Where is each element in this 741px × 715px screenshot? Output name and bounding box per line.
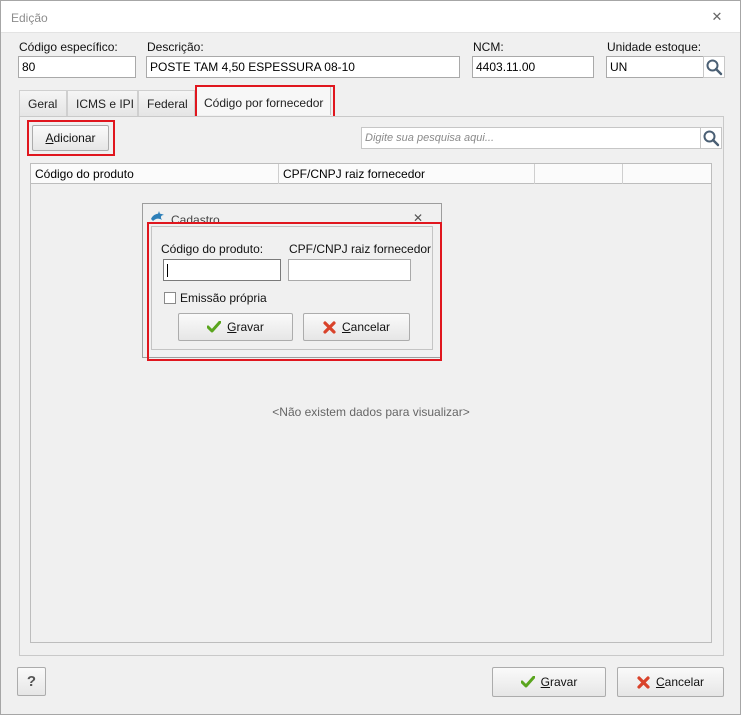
dialog-gravar-button[interactable]: Gravar — [178, 313, 293, 341]
dialog-cancelar-button[interactable]: Cancelar — [303, 313, 410, 341]
grid-header: Código do produto CPF/CNPJ raiz forneced… — [31, 164, 711, 184]
gravar-button[interactable]: Gravar — [492, 667, 606, 697]
codigo-produto-label: Código do produto: — [161, 242, 264, 256]
close-icon[interactable]: ✕ — [413, 211, 423, 225]
cancel-x-icon — [637, 675, 650, 689]
check-icon — [207, 321, 222, 333]
column-empty-2[interactable] — [623, 164, 711, 184]
title-bar: Edição ✕ — [1, 1, 740, 33]
tab-codigo-por-fornecedor[interactable]: Código por fornecedor — [195, 86, 331, 115]
search-icon — [706, 59, 723, 76]
dialog-title: Cadastro — [171, 213, 220, 227]
help-button[interactable]: ? — [17, 667, 46, 696]
descricao-label: Descrição: — [147, 40, 204, 54]
window-title: Edição — [11, 11, 48, 25]
adicionar-button[interactable]: Adicionar — [32, 125, 109, 151]
text-cursor — [167, 264, 168, 278]
dialog-form: Código do produto: CPF/CNPJ raiz fornece… — [151, 226, 433, 350]
search-icon — [703, 130, 720, 147]
unidade-estoque-field[interactable]: UN — [606, 56, 704, 78]
close-icon[interactable]: ✕ — [710, 10, 724, 24]
tab-icms-ipi[interactable]: ICMS e IPI — [67, 90, 138, 117]
unidade-estoque-label: Unidade estoque: — [607, 40, 702, 54]
dolphin-app-icon — [151, 211, 164, 221]
cadastro-dialog: Cadastro ✕ Código do produto: CPF/CNPJ r… — [142, 203, 442, 358]
dialog-gravar-label: Gravar — [227, 320, 264, 334]
cpf-cnpj-input[interactable] — [288, 259, 411, 281]
search-button[interactable] — [700, 127, 722, 149]
column-codigo-produto[interactable]: Código do produto — [31, 164, 279, 184]
dialog-cancelar-label: Cancelar — [341, 320, 391, 334]
cpf-cnpj-label: CPF/CNPJ raiz fornecedor — [289, 242, 432, 256]
codigo-especifico-label: Código específico: — [19, 40, 118, 54]
cancelar-label: Cancelar — [655, 675, 705, 689]
search-input[interactable]: Digite sua pesquisa aqui... — [361, 127, 701, 149]
column-cpf-cnpj[interactable]: CPF/CNPJ raiz fornecedor — [279, 164, 535, 184]
emissao-propria-label: Emissão própria — [180, 291, 267, 305]
ncm-label: NCM: — [473, 40, 504, 54]
tab-federal[interactable]: Federal — [138, 90, 195, 117]
cancelar-button[interactable]: Cancelar — [617, 667, 724, 697]
column-empty-1[interactable] — [535, 164, 623, 184]
emissao-propria-checkbox[interactable] — [164, 292, 176, 304]
unidade-search-button[interactable] — [703, 56, 725, 78]
tab-geral[interactable]: Geral — [19, 90, 67, 117]
codigo-especifico-field[interactable]: 80 — [18, 56, 136, 78]
ncm-field[interactable]: 4403.11.00 — [472, 56, 594, 78]
gravar-label: Gravar — [540, 675, 578, 689]
check-icon — [520, 676, 535, 688]
empty-message: <Não existem dados para visualizar> — [272, 405, 470, 419]
edit-window: Edição ✕ Código específico: 80 Descrição… — [0, 0, 741, 715]
cancel-x-icon — [323, 320, 336, 334]
adicionar-label: Adicionar — [45, 131, 96, 145]
codigo-produto-input[interactable] — [163, 259, 281, 281]
descricao-field[interactable]: POSTE TAM 4,50 ESPESSURA 08-10 — [146, 56, 460, 78]
